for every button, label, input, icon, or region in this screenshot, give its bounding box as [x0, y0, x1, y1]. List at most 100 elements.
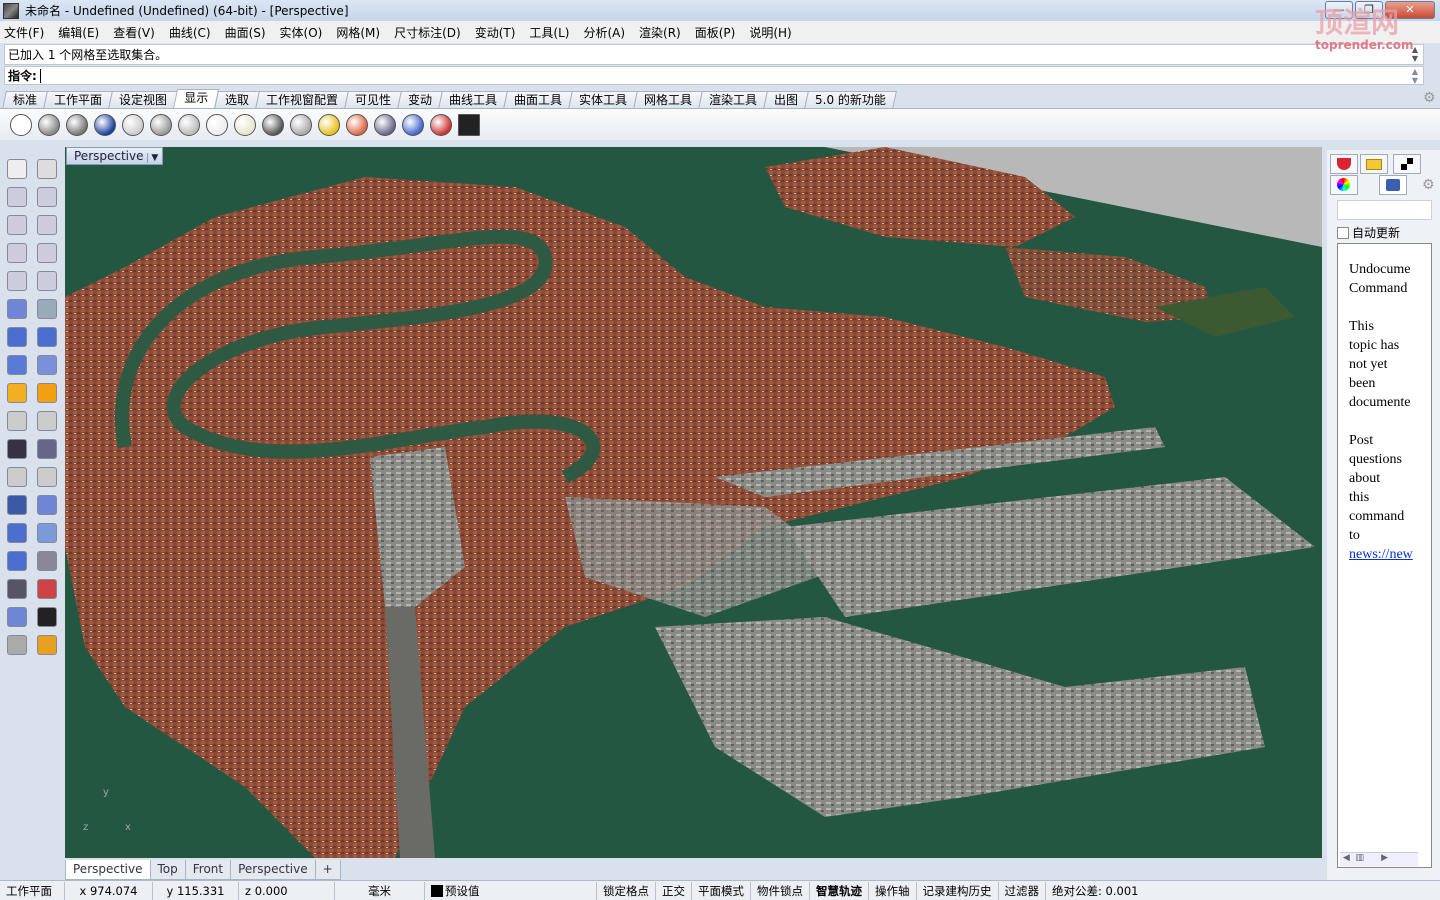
shapes-icon[interactable]: [7, 635, 27, 655]
toolbar-tab[interactable]: 曲线工具: [438, 91, 509, 109]
camera-icon[interactable]: [374, 113, 396, 136]
grid-array-icon[interactable]: [7, 579, 27, 599]
section-icon[interactable]: [346, 113, 368, 136]
cplane-indicator[interactable]: 工作平面: [0, 881, 65, 900]
gear-icon[interactable]: ⚙: [1423, 90, 1436, 106]
menu-item[interactable]: 说明(H): [749, 24, 791, 41]
color-wheel-icon[interactable]: [1330, 175, 1358, 195]
box-icon[interactable]: [7, 327, 27, 347]
clipping-plane-icon[interactable]: [402, 113, 424, 136]
status-toggle[interactable]: 锁定格点: [597, 881, 656, 900]
group-objects-icon[interactable]: [37, 439, 57, 459]
shaded-icon[interactable]: [38, 113, 60, 136]
arctic-icon[interactable]: [234, 113, 256, 136]
viewport-tab[interactable]: Perspective: [230, 860, 316, 880]
menu-item[interactable]: 文件(F): [4, 24, 44, 41]
wireframe-icon[interactable]: [10, 113, 32, 136]
menu-item[interactable]: 变动(T): [475, 24, 516, 41]
ghosted-icon[interactable]: [94, 113, 116, 136]
extrude-surface-icon[interactable]: [37, 299, 57, 319]
split-icon[interactable]: [7, 411, 27, 431]
status-toggle[interactable]: 操作轴: [869, 881, 917, 900]
rendered-icon[interactable]: [66, 113, 88, 136]
boolean-icon[interactable]: [7, 383, 27, 403]
help-horizontal-scrollbar[interactable]: ◀ ▥ ▶: [1340, 852, 1418, 866]
menu-item[interactable]: 曲线(C): [169, 24, 211, 41]
toolbar-tab[interactable]: 选取: [214, 91, 260, 109]
technical-icon[interactable]: [150, 113, 172, 136]
status-toggle[interactable]: 物件锁点: [751, 881, 810, 900]
join-icon[interactable]: [7, 439, 27, 459]
auto-update-checkbox[interactable]: 自动更新: [1337, 224, 1400, 241]
polyline-icon[interactable]: [7, 187, 27, 207]
dimension-icon[interactable]: [37, 579, 57, 599]
array-grid-icon[interactable]: [7, 523, 27, 543]
cylinder-icon[interactable]: [7, 355, 27, 375]
curve-control-points-icon[interactable]: [37, 187, 57, 207]
rendered-sphere-icon[interactable]: [318, 113, 340, 136]
layer-indicator[interactable]: 预设值: [425, 881, 597, 900]
select-arrow-icon[interactable]: [7, 159, 27, 179]
circle-icon[interactable]: [7, 215, 27, 235]
toolbar-tab[interactable]: 工作视窗配置: [255, 91, 350, 109]
trim-icon[interactable]: [37, 411, 57, 431]
scale-icon[interactable]: [37, 495, 57, 515]
minimize-button[interactable]: —: [1325, 1, 1353, 19]
perspective-viewport[interactable]: y x z: [65, 147, 1322, 858]
panel-gear-icon[interactable]: ⚙: [1422, 177, 1435, 193]
command-scrollbar[interactable]: ▲ ▼: [1409, 67, 1421, 85]
help-search-input[interactable]: [1337, 200, 1432, 220]
hexagon-icon[interactable]: [7, 271, 27, 291]
toolbar-tab[interactable]: 曲面工具: [503, 91, 574, 109]
toolbar-tab[interactable]: 工作平面: [43, 91, 113, 109]
status-toggle[interactable]: 智慧轨迹: [810, 881, 869, 900]
toolbar-tab[interactable]: 显示: [172, 89, 220, 109]
command-input[interactable]: [39, 69, 41, 83]
command-line[interactable]: 指令: ▲ ▼: [4, 66, 1424, 85]
solid-box-icon[interactable]: [7, 551, 27, 571]
layers-folder-icon[interactable]: [1360, 154, 1388, 174]
toolbar-tab[interactable]: 实体工具: [568, 91, 639, 109]
sphere-icon[interactable]: [37, 327, 57, 347]
align-icon[interactable]: [37, 523, 57, 543]
menu-item[interactable]: 网格(M): [336, 24, 380, 41]
fillet-curve-icon[interactable]: [37, 271, 57, 291]
render-prism-icon[interactable]: [37, 635, 57, 655]
point-icon[interactable]: [37, 159, 57, 179]
menu-item[interactable]: 曲面(S): [225, 24, 266, 41]
x-ray-icon[interactable]: [122, 113, 144, 136]
ellipse-icon[interactable]: [37, 215, 57, 235]
surface-points-icon[interactable]: [7, 299, 27, 319]
materials-checker-icon[interactable]: [1393, 154, 1421, 174]
toolbar-tab[interactable]: 5.0 的新功能: [804, 91, 898, 109]
shaded-sphere-icon[interactable]: [290, 113, 312, 136]
mesh-surface-icon[interactable]: [37, 355, 57, 375]
text-icon[interactable]: [7, 495, 27, 515]
render-mesh-settings-icon[interactable]: [262, 113, 284, 136]
viewport-tab[interactable]: Front: [184, 860, 232, 880]
help-newsgroup-link[interactable]: news://new: [1349, 545, 1431, 564]
toolbar-tab[interactable]: 网格工具: [633, 91, 704, 109]
viewport-tab[interactable]: Top: [149, 860, 186, 880]
menu-item[interactable]: 面板(P): [695, 24, 736, 41]
viewport-menu-chevron-icon[interactable]: ▼: [147, 153, 159, 163]
polygon-icon[interactable]: [7, 243, 27, 263]
toolbar-tab[interactable]: 标准: [2, 91, 48, 109]
toolbar-tab[interactable]: 设定视图: [108, 91, 178, 109]
menu-item[interactable]: 实体(O): [280, 24, 323, 41]
units-indicator[interactable]: 毫米: [335, 881, 425, 900]
help-tab-icon[interactable]: [1379, 175, 1407, 195]
toolbar-tab[interactable]: 变动: [397, 91, 444, 109]
extrude-plane-icon[interactable]: [37, 551, 57, 571]
check-icon[interactable]: [37, 607, 57, 627]
checkbox-box[interactable]: [1337, 226, 1349, 239]
rectangle-icon[interactable]: [37, 243, 57, 263]
status-toggle[interactable]: 正交: [656, 881, 692, 900]
monitor-icon[interactable]: [458, 113, 480, 136]
toolbar-tab[interactable]: 出图: [763, 91, 810, 109]
toolbar-tab[interactable]: 可见性: [344, 91, 403, 109]
properties-tab-icon[interactable]: [1330, 154, 1358, 174]
menu-item[interactable]: 查看(V): [113, 24, 155, 41]
explode-icon[interactable]: [37, 383, 57, 403]
disable-clipping-icon[interactable]: [430, 113, 452, 136]
